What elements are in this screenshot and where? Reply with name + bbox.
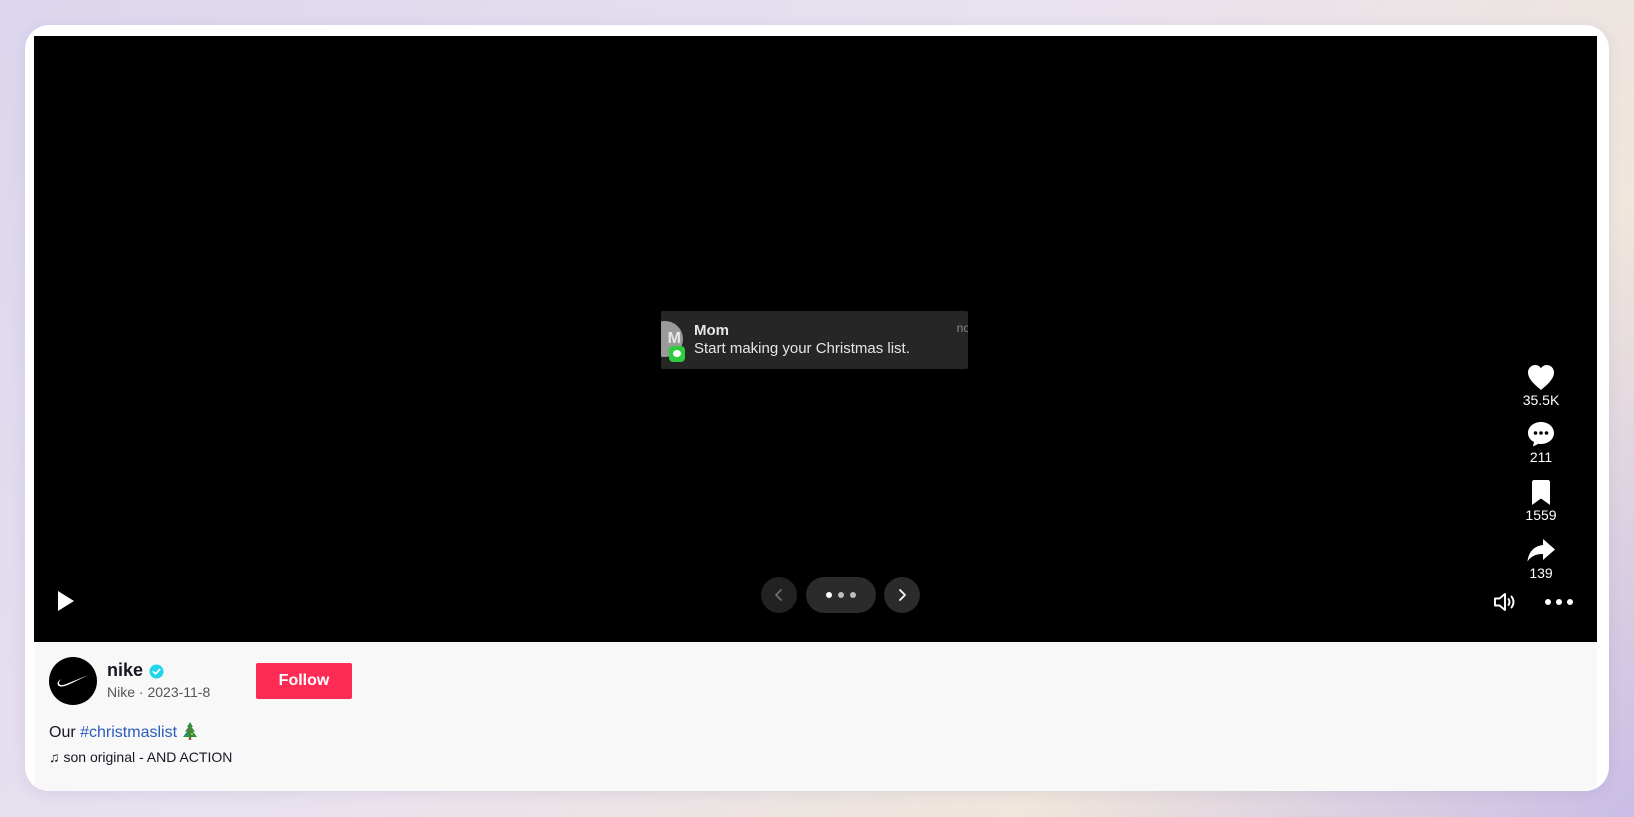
share-count: 139	[1529, 565, 1553, 581]
messages-app-icon	[669, 346, 685, 362]
notification-sender: Mom	[694, 322, 729, 339]
swoosh-logo	[57, 675, 88, 687]
author-subline: Nike · 2023-11-8	[107, 684, 210, 700]
video-player[interactable]: M Mom Start making your Christmas list. …	[34, 36, 1597, 642]
notification-message: Start making your Christmas list.	[694, 340, 910, 357]
author-display-name: Nike	[107, 684, 136, 700]
more-dot	[1567, 599, 1573, 605]
play-button[interactable]	[52, 588, 78, 614]
caption-text: Our	[49, 724, 76, 741]
verified-badge-icon	[149, 664, 164, 679]
chevron-right-icon	[899, 589, 906, 601]
carousel-indicator[interactable]	[806, 577, 876, 613]
comment-icon	[1528, 422, 1554, 447]
carousel-dot	[850, 592, 856, 598]
volume-button[interactable]	[1492, 589, 1518, 615]
like-button[interactable]: 35.5K	[1509, 363, 1573, 408]
post-info-panel: nike Nike · 2023-11-8 Follow Our #christ…	[34, 642, 1597, 791]
post-date: 2023-11-8	[147, 684, 211, 700]
author-avatar[interactable]	[49, 657, 97, 705]
bookmark-icon	[1532, 480, 1550, 505]
music-note-icon: ♫	[49, 749, 60, 765]
more-dot	[1545, 599, 1551, 605]
more-dot	[1556, 599, 1562, 605]
music-title: son original - AND ACTION	[63, 749, 233, 765]
follow-button[interactable]: Follow	[256, 663, 352, 699]
notification-banner: M Mom Start making your Christmas list. …	[661, 311, 968, 369]
separator: ·	[138, 684, 144, 700]
video-post-card: M Mom Start making your Christmas list. …	[25, 25, 1609, 791]
play-icon	[58, 591, 74, 611]
chevron-left-icon	[775, 589, 782, 601]
notification-time: no	[956, 321, 968, 335]
comment-button[interactable]: 211	[1509, 420, 1573, 465]
hashtag-link[interactable]: #christmaslist	[80, 724, 177, 741]
more-options-button[interactable]	[1542, 589, 1576, 615]
next-slide-button[interactable]	[884, 577, 920, 613]
comment-count: 211	[1529, 449, 1553, 465]
music-track-link[interactable]: ♫ son original - AND ACTION	[49, 749, 232, 765]
author-username[interactable]: nike	[107, 660, 143, 681]
carousel-dot	[838, 592, 844, 598]
save-button[interactable]: 1559	[1509, 478, 1573, 523]
volume-icon	[1494, 593, 1515, 611]
previous-slide-button[interactable]	[761, 577, 797, 613]
share-icon	[1527, 539, 1555, 562]
christmas-tree-emoji	[183, 722, 198, 740]
like-count: 35.5K	[1522, 392, 1560, 408]
post-caption: Our #christmaslist	[49, 721, 199, 742]
save-count: 1559	[1525, 507, 1557, 523]
carousel-dot	[826, 592, 832, 598]
share-button[interactable]: 139	[1509, 536, 1573, 581]
heart-icon	[1528, 365, 1554, 390]
